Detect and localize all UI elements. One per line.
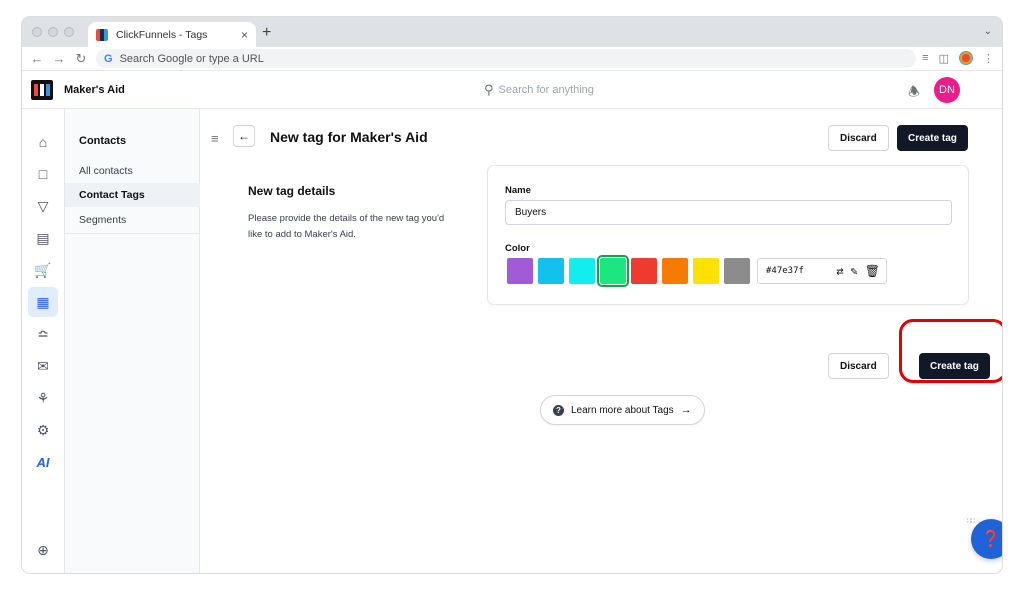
discard-button-bottom[interactable]: Discard bbox=[828, 353, 889, 379]
back-arrow-icon[interactable]: ← bbox=[30, 51, 44, 66]
color-swatch[interactable] bbox=[662, 258, 688, 284]
drag-grip-icon[interactable]: ∷∷ bbox=[967, 517, 975, 525]
side-panel-icon[interactable]: ◫ bbox=[939, 52, 949, 65]
workspace-name[interactable]: Maker's Aid bbox=[64, 84, 125, 96]
color-swatch[interactable] bbox=[597, 255, 629, 287]
color-swatch[interactable] bbox=[693, 258, 719, 284]
edit-pencil-icon[interactable]: ✎ bbox=[851, 264, 858, 278]
arrow-right-icon: → bbox=[680, 404, 692, 416]
color-field-label: Color bbox=[505, 243, 530, 254]
forward-arrow-icon[interactable]: → bbox=[52, 51, 66, 66]
tab-title: ClickFunnels - Tags bbox=[116, 28, 208, 41]
contacts-sidebar: Contacts All contacts Contact Tags Segme… bbox=[64, 109, 200, 573]
discard-button-top[interactable]: Discard bbox=[828, 125, 889, 151]
hex-color-value: #47e37f bbox=[766, 266, 804, 276]
question-circle-icon: ? bbox=[553, 404, 564, 416]
products-icon[interactable]: ▤ bbox=[28, 223, 58, 253]
email-icon[interactable]: ✉ bbox=[28, 351, 58, 381]
app-header: Maker's Aid ⚲ Search for anything 🕭 DN bbox=[22, 71, 1002, 109]
google-g-icon: G bbox=[104, 52, 113, 65]
name-field-label: Name bbox=[505, 185, 531, 196]
clickfunnels-logo-icon[interactable] bbox=[31, 80, 53, 100]
ai-icon[interactable]: AI bbox=[28, 447, 58, 477]
ai-label: AI bbox=[36, 454, 50, 470]
color-swatch[interactable] bbox=[569, 258, 595, 284]
tab-search-chevron-icon[interactable]: ⌄ bbox=[984, 26, 992, 37]
browser-window: ClickFunnels - Tags × + ⌄ ← → ↻ G Search… bbox=[22, 17, 1002, 573]
hamburger-menu-icon[interactable]: ≡ bbox=[211, 131, 219, 146]
analytics-icon[interactable]: ≏ bbox=[28, 319, 58, 349]
trash-icon[interactable]: 🗑 bbox=[865, 264, 880, 278]
reload-icon[interactable]: ↻ bbox=[74, 51, 88, 67]
sidebar-divider bbox=[65, 233, 200, 234]
sidebar-title: Contacts bbox=[79, 135, 127, 147]
window-maximize-dot[interactable] bbox=[64, 27, 74, 37]
profile-icon[interactable] bbox=[959, 51, 973, 65]
color-swatch[interactable] bbox=[507, 258, 533, 284]
sidebar-item-contact-tags[interactable]: Contact Tags bbox=[65, 183, 200, 207]
browser-tab-active[interactable]: ClickFunnels - Tags × bbox=[88, 22, 256, 47]
global-search-placeholder: Search for anything bbox=[498, 84, 594, 96]
learn-more-tags-link[interactable]: ? Learn more about Tags → bbox=[540, 395, 705, 425]
global-search[interactable]: ⚲ Search for anything bbox=[484, 82, 594, 98]
help-chat-button[interactable]: ❓ bbox=[971, 519, 1002, 559]
main-content: ≡ ← New tag for Maker's Aid Discard Crea… bbox=[201, 109, 1002, 573]
new-tab-button[interactable]: + bbox=[262, 24, 271, 42]
learn-more-label: Learn more about Tags bbox=[571, 404, 674, 416]
contacts-card-icon[interactable]: ▦ bbox=[28, 287, 58, 317]
support-lifebuoy-icon[interactable]: ⊕ bbox=[28, 535, 58, 565]
search-icon: ⚲ bbox=[484, 82, 494, 97]
omnibox-input[interactable]: G Search Google or type a URL bbox=[96, 49, 916, 68]
clickfunnels-favicon-icon bbox=[96, 28, 108, 41]
section-description: Please provide the details of the new ta… bbox=[248, 213, 445, 240]
window-minimize-dot[interactable] bbox=[48, 27, 58, 37]
funnel-icon[interactable]: ▽ bbox=[28, 191, 58, 221]
window-close-dot[interactable] bbox=[32, 27, 42, 37]
section-title: New tag details bbox=[248, 184, 336, 198]
user-avatar[interactable]: DN bbox=[934, 77, 960, 103]
sidebar-item-all-contacts[interactable]: All contacts bbox=[65, 159, 200, 183]
create-tag-button-top[interactable]: Create tag bbox=[897, 125, 968, 151]
left-icon-rail: ⌂ □ ▽ ▤ 🛒 ▦ ≏ ✉ ⚘ ⚙ AI ⊕ bbox=[22, 109, 64, 573]
notifications-bell-icon[interactable]: 🕭 bbox=[908, 83, 920, 105]
browser-address-bar: ← → ↻ G Search Google or type a URL ≡ ◫ … bbox=[22, 47, 1002, 71]
browser-menu-icon[interactable]: ⋮ bbox=[983, 52, 994, 65]
browser-tab-bar: ClickFunnels - Tags × + ⌄ bbox=[22, 17, 1002, 47]
color-swatch[interactable] bbox=[724, 258, 750, 284]
back-button[interactable]: ← bbox=[233, 125, 255, 147]
sidebar-item-segments[interactable]: Segments bbox=[65, 208, 200, 232]
color-swatch[interactable] bbox=[631, 258, 657, 284]
pages-icon[interactable]: □ bbox=[28, 159, 58, 189]
growth-plant-icon[interactable]: ⚘ bbox=[28, 383, 58, 413]
tag-form-card: Name Color #47e37f ⇄ ✎ 🗑 bbox=[487, 165, 969, 305]
hex-color-field[interactable]: #47e37f ⇄ ✎ 🗑 bbox=[757, 258, 887, 284]
cart-icon[interactable]: 🛒 bbox=[28, 255, 58, 285]
color-swatch[interactable] bbox=[538, 258, 564, 284]
omnibox-placeholder: Search Google or type a URL bbox=[119, 52, 264, 65]
hex-actions: ⇄ ✎ 🗑 bbox=[836, 264, 880, 278]
browser-toolbar-right: ≡ ◫ ⋮ bbox=[922, 51, 994, 65]
home-icon[interactable]: ⌂ bbox=[28, 127, 58, 157]
tab-close-icon[interactable]: × bbox=[241, 28, 248, 42]
tag-name-input[interactable] bbox=[505, 200, 952, 225]
settings-gear-icon[interactable]: ⚙ bbox=[28, 415, 58, 445]
randomize-color-icon[interactable]: ⇄ bbox=[836, 264, 843, 278]
red-highlight-annotation bbox=[899, 319, 1002, 383]
reading-list-icon[interactable]: ≡ bbox=[922, 52, 928, 64]
page-title: New tag for Maker's Aid bbox=[270, 129, 428, 145]
chat-bubble-icon: ❓ bbox=[981, 531, 1001, 548]
